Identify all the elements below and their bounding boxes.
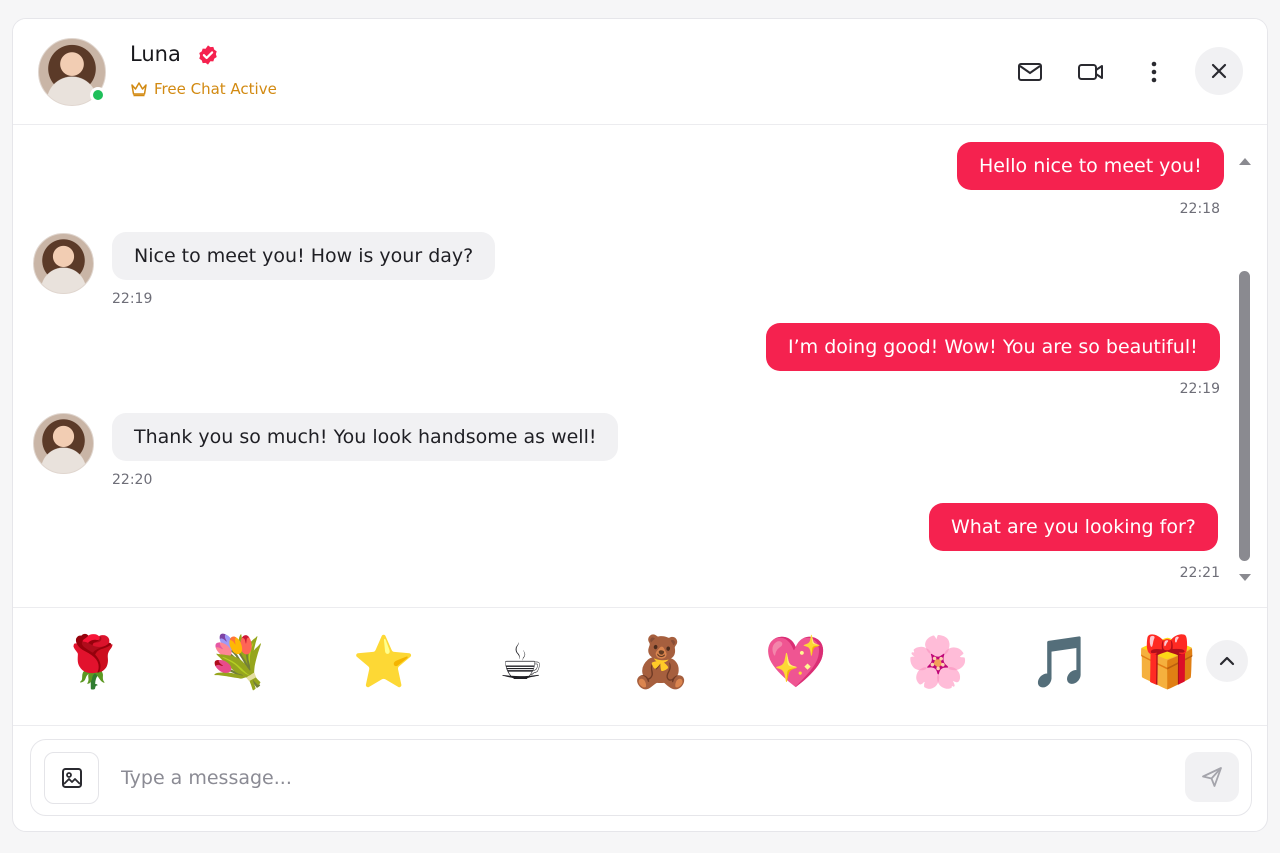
music-note-gift-icon[interactable]: 🎵 [1029, 628, 1093, 696]
more-options-button[interactable] [1136, 54, 1172, 90]
crown-icon [131, 82, 147, 97]
message-time: 22:19 [1179, 381, 1220, 397]
star-trophy-gift-icon[interactable]: ⭐ [352, 628, 416, 696]
attach-image-button[interactable] [44, 752, 99, 804]
message-time: 22:21 [1179, 565, 1220, 581]
verified-icon [199, 45, 217, 65]
coffee-gift-icon[interactable]: ☕ [489, 628, 553, 696]
message-time: 22:18 [1179, 201, 1220, 217]
message-bubble-outgoing[interactable]: I’m doing good! Wow! You are so beautifu… [766, 323, 1220, 371]
message-composer [30, 739, 1252, 816]
close-icon [1211, 63, 1227, 79]
avatar[interactable] [33, 413, 94, 474]
contact-name: Luna [130, 42, 181, 66]
message-bubble-outgoing[interactable]: Hello nice to meet you! [957, 142, 1224, 190]
rose-gift-icon[interactable]: 🌹 [61, 628, 125, 696]
perfume-gift-icon[interactable]: 🌸 [906, 628, 970, 696]
send-button[interactable] [1185, 752, 1239, 802]
chat-status-label: Free Chat Active [154, 80, 277, 98]
scrollbar-thumb[interactable] [1239, 271, 1250, 561]
bouquet-gift-icon[interactable]: 💐 [206, 628, 270, 696]
message-bubble-incoming[interactable]: Thank you so much! You look handsome as … [112, 413, 619, 461]
teddy-bear-gift-icon[interactable]: 🧸 [629, 628, 693, 696]
image-icon [61, 768, 82, 788]
chevron-up-icon [1219, 656, 1235, 666]
scroll-up-arrow[interactable] [1238, 156, 1252, 166]
online-indicator [90, 87, 106, 103]
more-icon [1151, 61, 1157, 83]
gift-bar: 🌹 💐 ⭐ ☕ 🧸 💖 🌸 🎵 🎁 [13, 607, 1267, 726]
message-input[interactable] [121, 754, 1171, 802]
chat-window: Luna Free Chat Active Hello nice to meet… [12, 18, 1268, 832]
avatar[interactable] [33, 233, 94, 294]
message-time: 22:19 [112, 291, 153, 307]
gift-collapse-button[interactable] [1206, 640, 1248, 682]
gift-box-gift-icon[interactable]: 🎁 [1135, 628, 1199, 696]
message-list[interactable]: Hello nice to meet you! 22:18 Nice to me… [13, 126, 1267, 607]
heart-lock-gift-icon[interactable]: 💖 [764, 628, 828, 696]
message-bubble-outgoing[interactable]: What are you looking for? [929, 503, 1218, 551]
scroll-down-arrow[interactable] [1238, 573, 1252, 583]
message-time: 22:20 [112, 472, 153, 488]
send-icon [1202, 767, 1222, 787]
mail-icon [1018, 63, 1042, 81]
video-icon [1078, 64, 1103, 80]
message-bubble-incoming[interactable]: Nice to meet you! How is your day? [112, 232, 496, 280]
mail-button[interactable] [1012, 54, 1048, 90]
close-button[interactable] [1195, 47, 1243, 95]
chat-status: Free Chat Active [130, 79, 277, 99]
video-call-button[interactable] [1073, 54, 1109, 90]
chat-header: Luna Free Chat Active [13, 19, 1267, 125]
